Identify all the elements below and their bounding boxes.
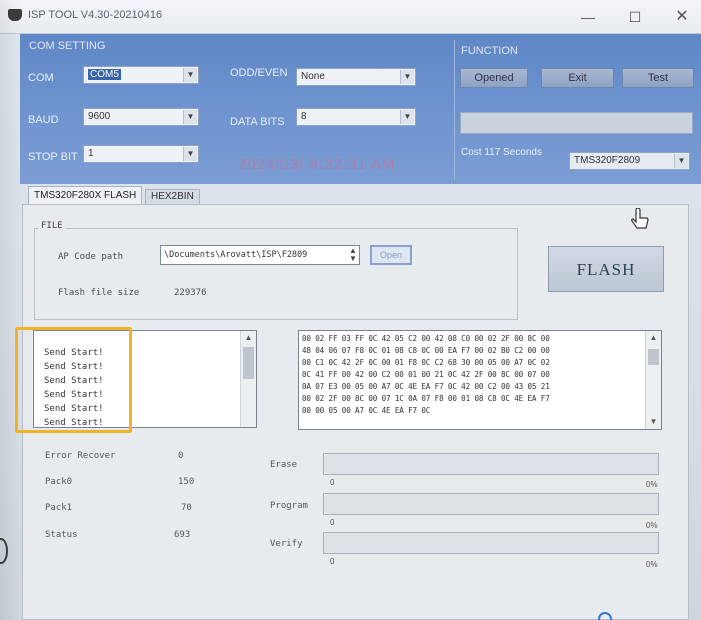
hex-output[interactable]: 00 02 FF 03 FF 0C 42 05 C2 00 42 08 C0 0… — [298, 330, 662, 430]
pack1-value: 70 — [181, 503, 192, 513]
erase-label: Erase — [270, 460, 298, 470]
error-recover-value: 0 — [178, 451, 184, 461]
opened-button[interactable]: Opened — [460, 68, 528, 88]
open-file-button[interactable]: Open — [370, 245, 412, 265]
ap-code-path-label: AP Code path — [58, 252, 124, 262]
baud-value: 9600 — [88, 111, 111, 122]
flash-file-size-label: Flash file size — [58, 288, 140, 298]
verify-scale-min: 0 — [330, 557, 335, 566]
pack0-label: Pack0 — [45, 477, 73, 487]
verify-progress-bar — [323, 532, 659, 554]
com-value: COM5 — [88, 69, 121, 80]
program-scale-min: 0 — [330, 518, 335, 527]
photo-timestamp-overlay: 2024/03/ 9:22:31 AM — [238, 156, 396, 173]
taskbar-glimpse-icon — [598, 612, 612, 620]
baud-label: BAUD — [28, 114, 59, 126]
screen-bezel-shadow — [0, 0, 20, 620]
function-label: FUNCTION — [461, 45, 518, 57]
test-button[interactable]: Test — [622, 68, 694, 88]
flash-button[interactable]: FLASH — [548, 246, 664, 292]
ap-code-path-value: \Documents\Arovatt\ISP\F2809 — [164, 250, 308, 260]
chip-value: TMS320F2809 — [574, 155, 641, 166]
maximize-icon[interactable]: ☐ — [625, 8, 645, 26]
file-legend: FILE — [38, 221, 66, 231]
data-bits-label: DATA BITS — [230, 116, 285, 128]
erase-progress-bar — [323, 453, 659, 475]
chevron-down-icon[interactable]: ▼ — [183, 110, 197, 124]
stop-bit-value: 1 — [88, 148, 94, 159]
program-scale-max: 0% — [646, 521, 658, 530]
hex-line: 00 00 05 00 A7 0C 4E EA F7 0C — [302, 406, 431, 415]
minimize-icon[interactable]: — — [578, 8, 598, 26]
isp-tool-window: ISP TOOL V4.30-20210416 — ☐ ✕ COM SETTIN… — [0, 0, 701, 620]
tab-tms320f280x-flash[interactable]: TMS320F280X FLASH — [28, 186, 143, 204]
status-label: Status — [45, 530, 78, 540]
baud-select[interactable]: 9600 ▼ — [83, 108, 199, 126]
hex-line: 00 02 2F 00 8C 00 07 1C 0A 07 F8 00 01 0… — [302, 394, 550, 403]
hex-scrollbar[interactable]: ▲ ▼ — [645, 331, 661, 429]
erase-scale-max: 0% — [646, 480, 658, 489]
data-bits-select[interactable]: 8 ▼ — [296, 108, 416, 126]
log-scrollbar[interactable]: ▲ — [240, 331, 256, 427]
highlight-box — [15, 327, 132, 433]
verify-scale-max: 0% — [646, 560, 658, 569]
hex-line: 00 C1 0C 42 2F 0C 00 01 F8 0C C2 68 30 0… — [302, 358, 550, 367]
program-progress-bar — [323, 493, 659, 515]
chevron-down-icon[interactable]: ▼ — [183, 68, 197, 82]
com-label: COM — [28, 72, 54, 84]
chevron-down-icon[interactable]: ▼ — [183, 147, 197, 161]
odd-even-label: ODD/EVEN — [230, 67, 288, 79]
scroll-thumb[interactable] — [648, 349, 659, 365]
hex-line: 00 02 FF 03 FF 0C 42 05 C2 00 42 08 C0 0… — [302, 334, 550, 343]
stop-bit-select[interactable]: 1 ▼ — [83, 145, 199, 163]
tab-hex2bin[interactable]: HEX2BIN — [145, 189, 200, 204]
settings-panel: COM SETTING COM COM5 ▼ BAUD 9600 ▼ STOP … — [20, 34, 701, 184]
exit-button[interactable]: Exit — [541, 68, 614, 88]
scroll-thumb[interactable] — [243, 347, 254, 379]
scroll-down-icon[interactable]: ▼ — [646, 417, 661, 426]
group-divider — [454, 40, 455, 180]
com-setting-label: COM SETTING — [29, 40, 106, 52]
chevron-down-icon[interactable]: ▼ — [674, 154, 688, 168]
program-label: Program — [270, 501, 308, 511]
chevron-down-icon[interactable]: ▼ — [400, 110, 414, 124]
scroll-up-icon[interactable]: ▲ — [241, 333, 256, 342]
hex-line: 48 04 06 07 F8 0C 01 08 C8 0C 00 EA F7 0… — [302, 346, 550, 355]
pack0-value: 150 — [178, 477, 195, 487]
error-recover-label: Error Recover — [45, 451, 116, 461]
scroll-up-icon[interactable]: ▲ — [646, 333, 661, 342]
chip-select[interactable]: TMS320F2809 ▼ — [569, 152, 690, 170]
window-title: ISP TOOL V4.30-20210416 — [28, 9, 163, 21]
hand-cursor-icon — [631, 208, 649, 229]
cost-text: Cost 117 Seconds — [461, 147, 542, 158]
chevron-down-icon[interactable]: ▼ — [400, 70, 414, 84]
close-icon[interactable]: ✕ — [672, 8, 692, 26]
flash-file-size-value: 229376 — [174, 288, 207, 298]
title-bar: ISP TOOL V4.30-20210416 — ☐ ✕ — [0, 0, 701, 34]
hex-line: 0C 41 FF 00 42 00 C2 00 01 00 21 0C 42 2… — [302, 370, 550, 379]
pack1-label: Pack1 — [45, 503, 73, 513]
com-select[interactable]: COM5 ▼ — [83, 66, 199, 84]
data-bits-value: 8 — [301, 111, 307, 122]
status-value: 693 — [174, 530, 191, 540]
ap-code-path-field[interactable]: \Documents\Arovatt\ISP\F2809 — [160, 245, 360, 265]
function-progress-bar — [460, 112, 693, 134]
stop-bit-label: STOP BIT — [28, 151, 78, 163]
odd-even-select[interactable]: None ▼ — [296, 68, 416, 86]
hex-line: 0A 07 E3 00 05 00 A7 0C 4E EA F7 0C 42 0… — [302, 382, 550, 391]
path-spinner-icon[interactable]: ▲ ▼ — [349, 247, 357, 263]
verify-label: Verify — [270, 539, 303, 549]
file-group — [34, 228, 518, 320]
odd-even-value: None — [301, 71, 325, 82]
erase-scale-min: 0 — [330, 478, 335, 487]
